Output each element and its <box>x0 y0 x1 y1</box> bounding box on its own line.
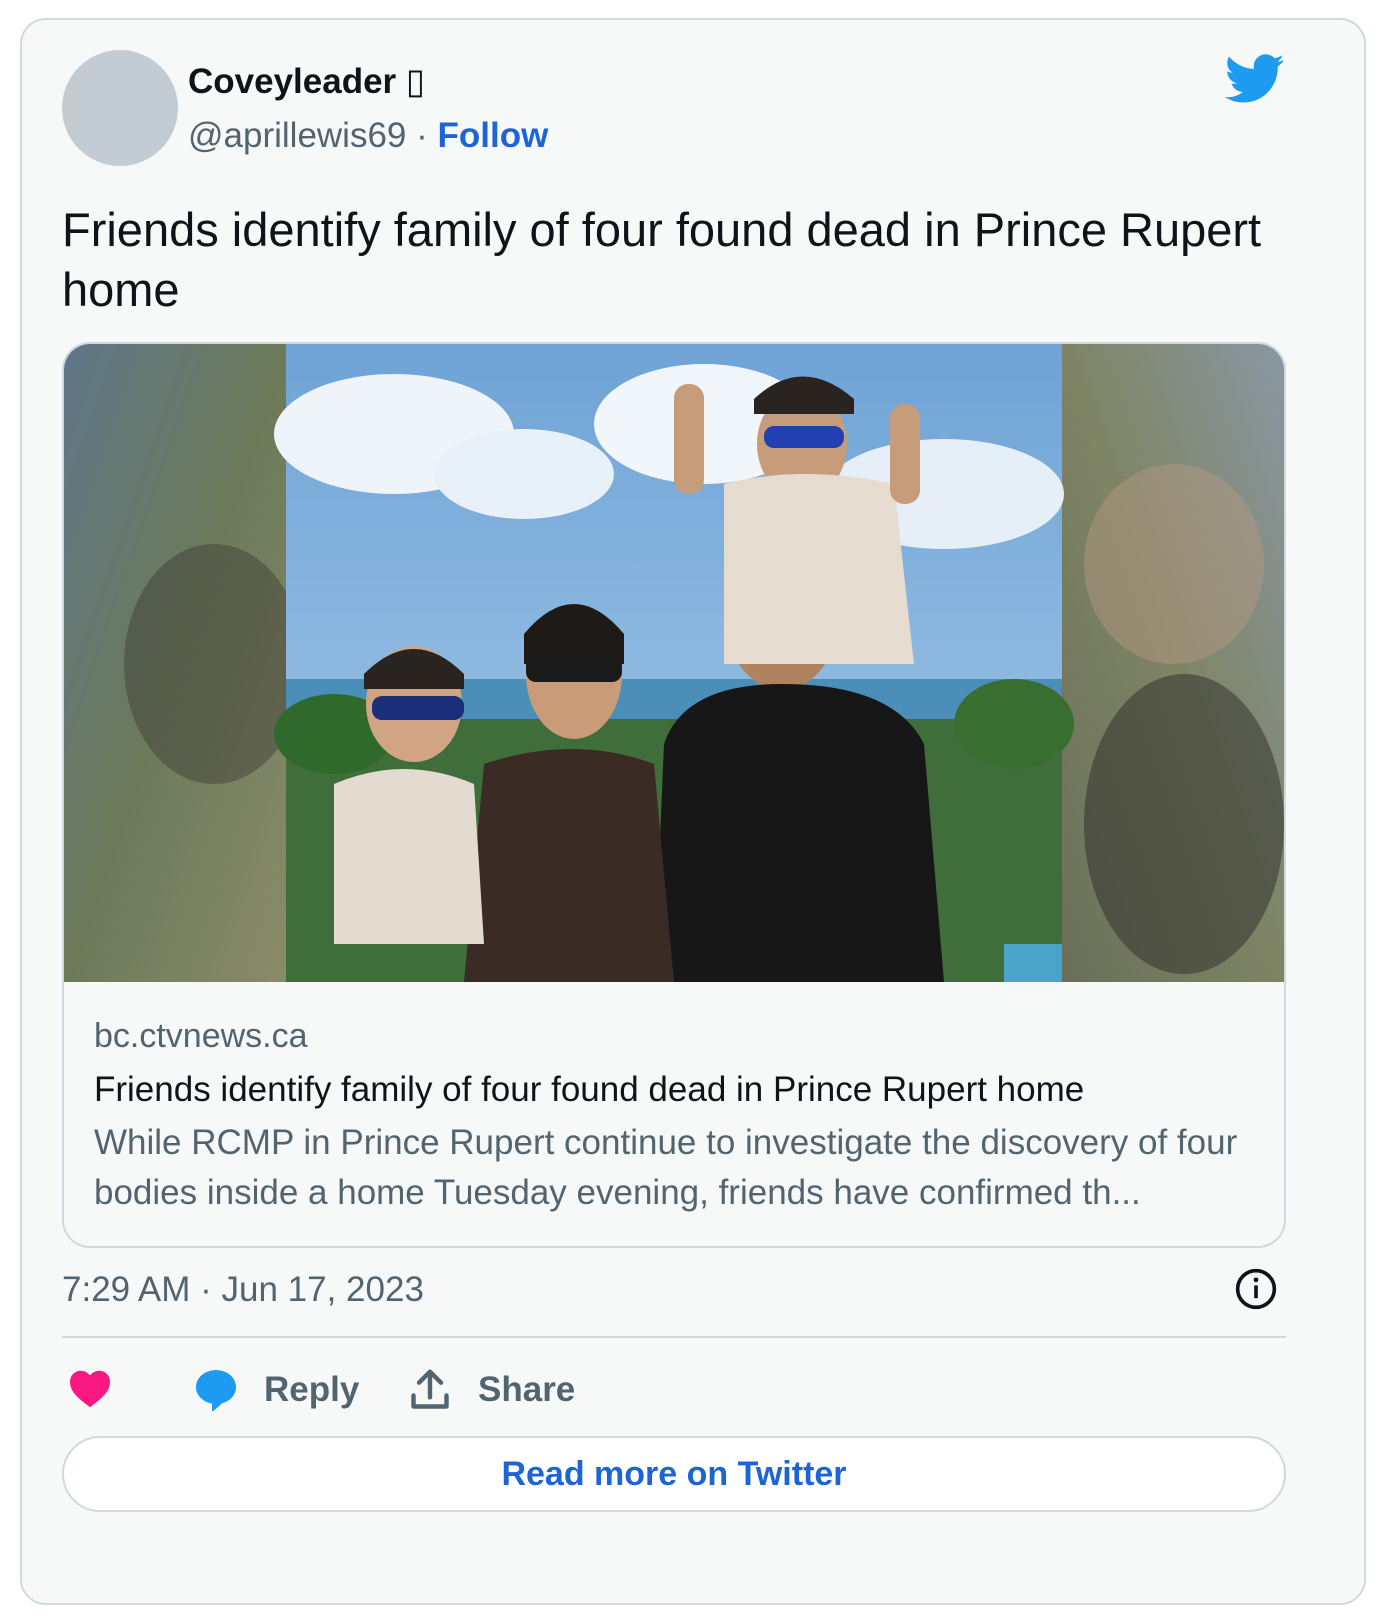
tweet-embed-card: Coveyleader ▯ @aprillewis69 · Follow Fri… <box>20 18 1366 1605</box>
handle-separator: · <box>406 116 438 155</box>
link-card-meta: bc.ctvnews.ca Friends identify family of… <box>94 1014 1264 1218</box>
heart-icon[interactable] <box>68 1368 112 1412</box>
link-domain: bc.ctvnews.ca <box>94 1017 308 1055</box>
speech-bubble-icon <box>192 1366 240 1414</box>
divider <box>62 1336 1286 1338</box>
article-photo <box>64 344 1284 982</box>
share-label: Share <box>478 1370 576 1409</box>
link-preview-card[interactable]: bc.ctvnews.ca Friends identify family of… <box>62 342 1286 1248</box>
read-more-button[interactable]: Read more on Twitter <box>62 1436 1286 1512</box>
twitter-bird-icon[interactable] <box>1224 54 1285 104</box>
tweet-text: Friends identify family of four found de… <box>62 203 1262 316</box>
share-upload-icon <box>408 1366 452 1414</box>
link-title: Friends identify family of four found de… <box>94 1070 1085 1109</box>
info-icon[interactable] <box>1234 1267 1278 1311</box>
avatar[interactable] <box>62 50 178 166</box>
reply-label: Reply <box>264 1370 360 1409</box>
link-description: While RCMP in Prince Rupert continue to … <box>94 1123 1238 1212</box>
author-handle-line: @aprillewis69 · Follow <box>188 116 548 156</box>
author-handle[interactable]: @aprillewis69 <box>188 116 406 155</box>
follow-link[interactable]: Follow <box>438 116 549 155</box>
tweet-timestamp[interactable]: 7:29 AM · Jun 17, 2023 <box>62 1270 424 1310</box>
action-bar: Reply Share <box>62 1360 1286 1420</box>
author-display-name[interactable]: Coveyleader ▯ <box>188 62 425 102</box>
